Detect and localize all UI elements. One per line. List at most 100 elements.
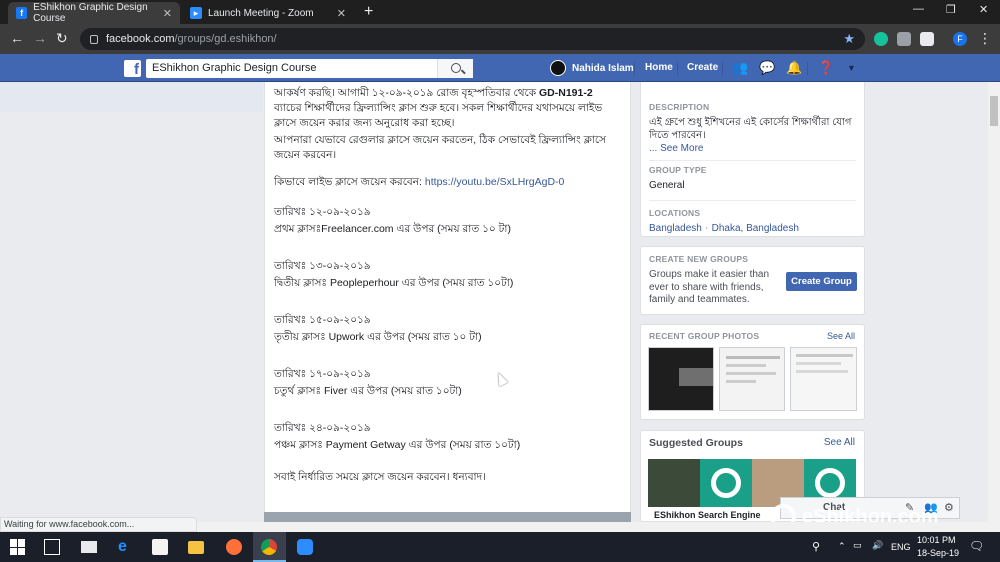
- screenshot-extension-icon[interactable]: [920, 32, 934, 46]
- show-hidden-icons-icon[interactable]: ⌃: [838, 541, 846, 552]
- locations-label: LOCATIONS: [649, 208, 701, 218]
- edge-browser-icon[interactable]: e: [118, 539, 134, 555]
- about-group-card: DESCRIPTION এই গ্রুপে শুধু ইশিখনের এই কো…: [640, 82, 865, 237]
- zoom-favicon-icon: ▸: [190, 7, 202, 19]
- youtube-link[interactable]: https://youtu.be/SxLHrgAgD-0: [425, 176, 565, 188]
- chrome-taskbar-button[interactable]: [253, 532, 286, 562]
- post-body: আকর্ষণ করছি। আগামী ১২-০৯-২০১৯ রোজ বৃহস্প…: [264, 82, 631, 522]
- post-paragraph: ব্যাচের শিক্ষার্থীদের ফ্রিল্যান্সিং ক্লা…: [274, 102, 603, 129]
- network-icon[interactable]: ▭: [853, 540, 862, 551]
- window-close-icon[interactable]: ✕: [979, 3, 988, 16]
- schedule-class: তৃতীয় ক্লাসঃ Upwork এর উপর (সময় রাত ১০…: [274, 331, 482, 343]
- url-domain: facebook.com: [106, 33, 175, 45]
- create-link[interactable]: Create: [687, 62, 718, 73]
- url-path: /groups/gd.eshikhon/: [174, 33, 277, 45]
- left-sidebar: [0, 82, 263, 112]
- schedule-date: তারিখঃ ১৫-০৯-২০১৯: [274, 314, 371, 326]
- group-photo-thumbnail[interactable]: [719, 347, 785, 411]
- profile-avatar[interactable]: F: [953, 32, 967, 46]
- forward-icon[interactable]: →: [33, 30, 47, 46]
- windows-taskbar: e ⚲ ⌃ ▭ 🔊 ENG 10:01 PM 18-Sep-19 🗨: [0, 532, 1000, 562]
- eshikhon-logo-icon: [700, 459, 752, 507]
- input-language[interactable]: ENG: [891, 542, 911, 552]
- reload-icon[interactable]: ↻: [56, 30, 68, 47]
- friend-requests-icon[interactable]: 👥: [732, 60, 748, 76]
- facebook-logo-icon[interactable]: f: [124, 60, 141, 77]
- tab-title: EShikhon Graphic Design Course: [33, 2, 148, 24]
- member-photo: [648, 459, 700, 507]
- zoom-icon[interactable]: [297, 539, 313, 555]
- create-groups-text: Groups make it easier than ever to share…: [649, 269, 770, 305]
- close-tab-icon[interactable]: ✕: [163, 7, 172, 20]
- schedule-date: তারিখঃ ২৪-০৯-২০১৯: [274, 422, 371, 434]
- howto-label: কিভাবে লাইভ ক্লাসে জয়েন করবেন:: [274, 176, 425, 188]
- close-tab-icon[interactable]: ✕: [337, 7, 346, 20]
- help-icon[interactable]: ❓: [818, 60, 834, 76]
- divider: [807, 62, 808, 75]
- see-more-link[interactable]: ... See More: [649, 143, 856, 154]
- search-icon[interactable]: [437, 59, 473, 78]
- group-photo-thumbnail[interactable]: [790, 347, 857, 411]
- suggested-see-all-link[interactable]: See All: [824, 437, 855, 448]
- tab-title: Launch Meeting - Zoom: [208, 7, 314, 19]
- clock-time[interactable]: 10:01 PM: [917, 535, 956, 545]
- schedule-class: প্রথম ক্লাসঃFreelancer.com এর উপর (সময় …: [274, 223, 511, 235]
- new-tab-icon[interactable]: +: [364, 3, 373, 21]
- location-link-dhaka[interactable]: Dhaka, Bangladesh: [712, 223, 799, 234]
- group-type-value: General: [649, 180, 685, 191]
- post-paragraph: আপনারা যেভাবে রেগুলার ক্লাসে জয়েন করতেন…: [274, 134, 607, 161]
- divider: [677, 62, 678, 75]
- facebook-favicon-icon: f: [16, 7, 28, 19]
- account-menu-icon[interactable]: ▼: [847, 63, 856, 73]
- schedule-class: চতুর্থ ক্লাসঃ Fiver এর উপর (সময় রাত ১০ট…: [274, 385, 462, 397]
- avatar: [550, 60, 566, 76]
- volume-icon[interactable]: 🔊: [872, 540, 883, 551]
- description-label: DESCRIPTION: [649, 102, 710, 112]
- extension-icon[interactable]: [897, 32, 911, 46]
- windows-start-icon[interactable]: [10, 539, 26, 555]
- suggested-group-name[interactable]: EShikhon Search Engine: [654, 510, 761, 520]
- messenger-icon[interactable]: 💬: [759, 60, 775, 76]
- create-group-button[interactable]: Create Group: [786, 272, 857, 291]
- profile-link[interactable]: Nahida Islam: [550, 60, 634, 76]
- location-separator: ·: [701, 222, 712, 234]
- address-bar[interactable]: facebook.com/groups/gd.eshikhon/ ★: [80, 28, 865, 50]
- fb-search-input[interactable]: EShikhon Graphic Design Course: [146, 59, 473, 78]
- bookmark-star-icon[interactable]: ★: [843, 31, 855, 47]
- maximize-icon[interactable]: ❐: [946, 3, 956, 16]
- tab-eshikhon[interactable]: f EShikhon Graphic Design Course ✕: [8, 2, 180, 24]
- photos-see-all-link[interactable]: See All: [827, 331, 855, 341]
- store-icon[interactable]: [152, 539, 168, 555]
- description-text: এই গ্রুপে শুধু ইশিখনের এই কোর্সের শিক্ষা…: [649, 117, 852, 141]
- status-bar: Waiting for www.facebook.com...: [0, 517, 197, 532]
- locations-value: Bangladesh · Dhaka, Bangladesh: [649, 222, 856, 234]
- location-link-bangladesh[interactable]: Bangladesh: [649, 223, 702, 234]
- create-groups-label: CREATE NEW GROUPS: [649, 254, 749, 264]
- post-image[interactable]: [264, 512, 631, 522]
- notification-center-icon[interactable]: 🗨: [969, 539, 984, 553]
- schedule-date: তারিখঃ ১২-০৯-২০১৯: [274, 206, 371, 218]
- clock-date[interactable]: 18-Sep-19: [917, 548, 959, 558]
- minimize-icon[interactable]: —: [913, 3, 924, 15]
- tab-zoom[interactable]: ▸ Launch Meeting - Zoom ✕: [182, 2, 354, 24]
- notifications-icon[interactable]: 🔔: [786, 60, 802, 76]
- group-photo-thumbnail[interactable]: [648, 347, 714, 411]
- scrollbar-thumb[interactable]: [990, 96, 998, 126]
- grammarly-extension-icon[interactable]: [874, 32, 888, 46]
- file-explorer-icon[interactable]: [188, 541, 204, 554]
- back-icon[interactable]: ←: [10, 30, 24, 46]
- firefox-icon[interactable]: [226, 539, 242, 555]
- group-type-label: GROUP TYPE: [649, 165, 707, 175]
- recent-photos-card: RECENT GROUP PHOTOS See All: [640, 324, 865, 420]
- home-link[interactable]: Home: [645, 62, 673, 73]
- task-view-icon[interactable]: [44, 539, 60, 555]
- post-paragraph: আকর্ষণ করছি। আগামী ১২-০৯-২০১৯ রোজ বৃহস্প…: [274, 86, 621, 101]
- schedule-class: দ্বিতীয় ক্লাসঃ Peopleperhour এর উপর (সম…: [274, 277, 514, 289]
- vertical-scrollbar[interactable]: [988, 82, 1000, 522]
- divider: [649, 200, 856, 201]
- mail-icon[interactable]: [81, 541, 97, 553]
- search-value: EShikhon Graphic Design Course: [152, 62, 317, 74]
- menu-dots-icon[interactable]: ⋮: [978, 30, 992, 47]
- schedule-date: তারিখঃ ১৩-০৯-২০১৯: [274, 260, 371, 272]
- people-icon[interactable]: ⚲: [812, 540, 820, 553]
